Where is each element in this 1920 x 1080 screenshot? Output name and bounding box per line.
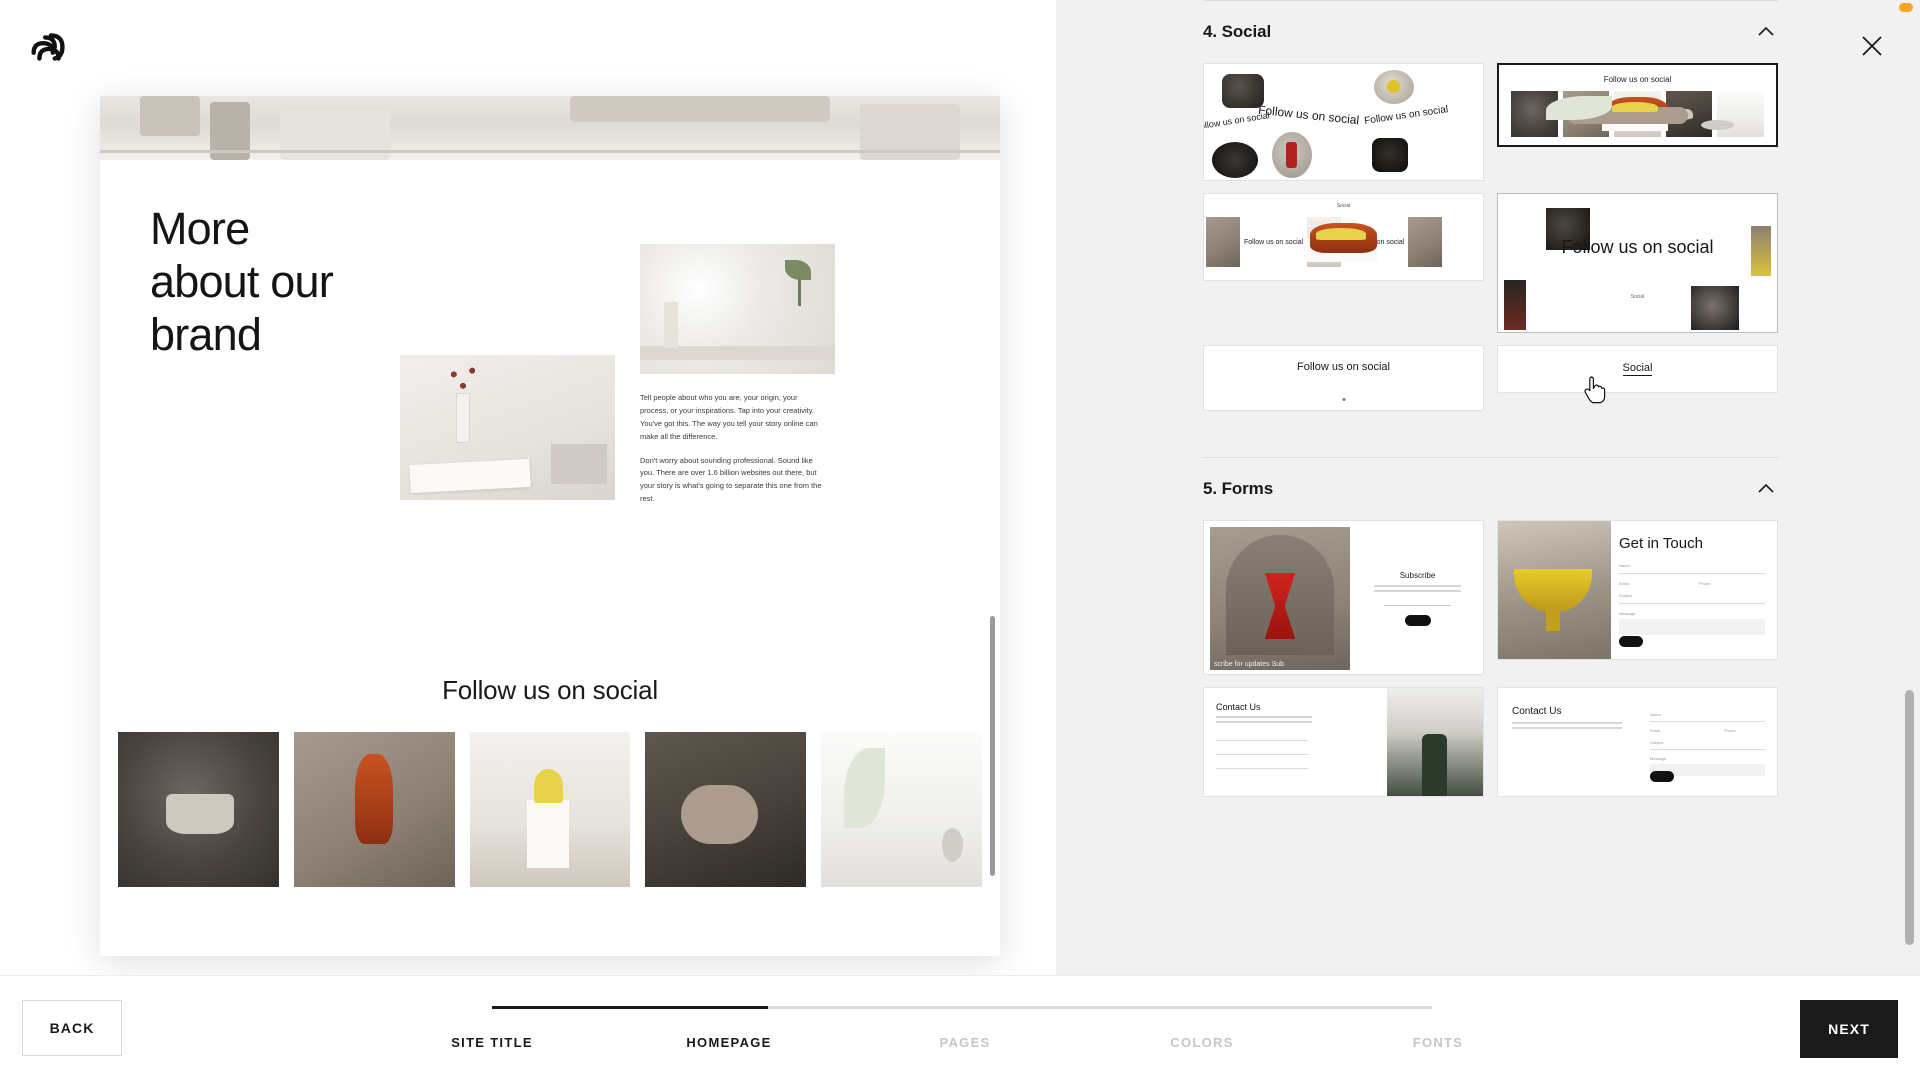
social-card3-text-1: Follow us on social bbox=[1244, 238, 1304, 246]
social-image-3 bbox=[469, 732, 631, 887]
form-layout-option-contact-us[interactable]: Contact Us Name Email Phone Subject Mess… bbox=[1497, 687, 1778, 797]
form-layout-option-get-in-touch[interactable]: Get in Touch Name Email Phone Subject Me… bbox=[1497, 520, 1778, 660]
social-card4-title: Follow us on social bbox=[1561, 237, 1714, 257]
social-card3-thumb-1 bbox=[1206, 217, 1240, 267]
section-social-title: 4. Social bbox=[1203, 22, 1272, 41]
form2-title: Get in Touch bbox=[1619, 535, 1703, 552]
progress-track bbox=[492, 1006, 1432, 1009]
progress-fill bbox=[492, 1006, 768, 1009]
social-card3-label: Social bbox=[1336, 203, 1351, 209]
form3-title: Contact Us bbox=[1512, 706, 1562, 717]
form-layout-option-contact-us-image[interactable]: Contact Us bbox=[1203, 687, 1484, 797]
section-social-header[interactable]: 4. Social bbox=[1203, 1, 1778, 63]
social-card5-dot-icon bbox=[1342, 398, 1345, 401]
step-pages[interactable]: PAGES bbox=[939, 1035, 990, 1050]
social-image-1 bbox=[118, 732, 279, 887]
social-layout-option-carousel[interactable]: Social Follow us on social Follow us on … bbox=[1203, 193, 1484, 281]
chevron-up-icon[interactable] bbox=[1754, 20, 1778, 44]
preview-heading-line2: about our bbox=[150, 256, 334, 308]
section-forms-title: 5. Forms bbox=[1203, 479, 1274, 498]
preview-heading-line3: brand bbox=[150, 309, 262, 361]
next-button[interactable]: NEXT bbox=[1800, 1000, 1898, 1058]
social-card2-thumb-5 bbox=[1717, 91, 1764, 137]
social-image-5 bbox=[821, 732, 982, 887]
form2-label-phone: Phone bbox=[1699, 581, 1711, 586]
wizard-steps: SITE TITLE HOMEPAGE PAGES COLORS FONTS bbox=[451, 1006, 1462, 1055]
site-preview-pane: More about our brand Tell people about w… bbox=[0, 0, 1056, 975]
form2-label-name: Name bbox=[1619, 563, 1630, 568]
onboarding-screen: More about our brand Tell people about w… bbox=[0, 0, 1920, 1080]
form1-submit-button bbox=[1404, 615, 1431, 626]
social-card6-label: Social bbox=[1622, 362, 1653, 376]
form4-title: Contact Us bbox=[1216, 702, 1261, 712]
step-fonts[interactable]: FONTS bbox=[1413, 1035, 1464, 1050]
social-card3-thumb-3 bbox=[1408, 217, 1443, 267]
form3-label-phone: Phone bbox=[1724, 728, 1736, 733]
preview-heading: More about our brand bbox=[150, 202, 334, 361]
form3-label-subject: Subject bbox=[1650, 740, 1664, 745]
preview-content: More about our brand Tell people about w… bbox=[100, 160, 1000, 956]
form1-caption: scribe for updates Sub bbox=[1214, 661, 1285, 668]
preview-banner-image bbox=[100, 96, 1000, 160]
form-layout-option-subscribe[interactable]: scribe for updates Sub Subscribe bbox=[1203, 520, 1484, 675]
form1-title: Subscribe bbox=[1399, 571, 1436, 580]
section-social: 4. Social Follow us on social Follow us … bbox=[1203, 1, 1778, 411]
preview-social-image-strip bbox=[118, 732, 982, 887]
section-forms-header[interactable]: 5. Forms bbox=[1203, 458, 1778, 520]
squarespace-logo[interactable] bbox=[26, 24, 72, 70]
step-label-row: SITE TITLE HOMEPAGE PAGES COLORS FONTS bbox=[451, 1035, 1462, 1055]
social-card5-title: Follow us on social bbox=[1297, 361, 1390, 373]
social-image-2 bbox=[293, 732, 455, 887]
step-site-title[interactable]: SITE TITLE bbox=[451, 1035, 533, 1050]
panel-scroll-area[interactable]: 4. Social Follow us on social Follow us … bbox=[1056, 0, 1920, 975]
section-picker-panel: 4. Social Follow us on social Follow us … bbox=[1056, 0, 1920, 975]
preview-social-heading: Follow us on social bbox=[442, 675, 658, 705]
preview-paragraph-1: Tell people about who you are, your orig… bbox=[640, 393, 818, 441]
form4-image bbox=[1387, 688, 1483, 796]
preview-image-mid-left bbox=[400, 355, 615, 500]
form3-label-name: Name bbox=[1650, 712, 1661, 717]
social-image-4 bbox=[645, 732, 807, 887]
social-layout-option-text-only[interactable]: Follow us on social bbox=[1203, 345, 1484, 411]
social-card1-text-c: Follow us on social bbox=[1363, 104, 1449, 127]
preview-scrollbar-thumb[interactable] bbox=[990, 616, 995, 876]
form3-submit-button bbox=[1650, 771, 1674, 782]
social-card1-text-b: Follow us on social bbox=[1257, 102, 1360, 128]
forms-card-grid: scribe for updates Sub Subscribe Get in … bbox=[1203, 520, 1778, 797]
form2-label-subject: Subject bbox=[1619, 593, 1633, 598]
site-frame: More about our brand Tell people about w… bbox=[100, 96, 1000, 956]
preview-heading-line1: More bbox=[150, 203, 250, 254]
social-layout-option-centered-hovered[interactable]: Follow us on social Social bbox=[1497, 193, 1778, 333]
panel-scrollbar-thumb[interactable] bbox=[1905, 690, 1914, 945]
form2-submit-button bbox=[1619, 636, 1643, 647]
form3-label-email: Email bbox=[1650, 728, 1661, 733]
form3-label-message: Message bbox=[1650, 756, 1667, 761]
chevron-up-icon[interactable] bbox=[1754, 477, 1778, 501]
back-button[interactable]: BACK bbox=[22, 1000, 122, 1056]
social-layout-option-link[interactable]: Social bbox=[1497, 345, 1778, 393]
form2-label-email: Email bbox=[1619, 581, 1630, 586]
preview-paragraph-2: Don't worry about sounding professional.… bbox=[640, 455, 822, 504]
wizard-footer: BACK SITE TITLE HOMEPAGE PAGES COLORS FO… bbox=[0, 975, 1920, 1080]
social-layout-option-scattered[interactable]: Follow us on social Follow us on social … bbox=[1203, 63, 1484, 181]
preview-body-text: Tell people about who you are, your orig… bbox=[640, 392, 822, 517]
section-forms: 5. Forms scribe for updates Sub Subscrib… bbox=[1203, 458, 1778, 797]
social-card2-title: Follow us on social bbox=[1603, 75, 1672, 84]
preview-image-top-right bbox=[640, 244, 835, 374]
social-card-grid: Follow us on social Follow us on social … bbox=[1203, 63, 1778, 411]
step-colors[interactable]: COLORS bbox=[1170, 1035, 1233, 1050]
social-card4-label: Social bbox=[1630, 294, 1645, 300]
step-homepage[interactable]: HOMEPAGE bbox=[686, 1035, 771, 1050]
social-layout-option-strip-selected[interactable]: Follow us on social bbox=[1497, 63, 1778, 147]
form2-label-message: Message bbox=[1619, 611, 1636, 616]
